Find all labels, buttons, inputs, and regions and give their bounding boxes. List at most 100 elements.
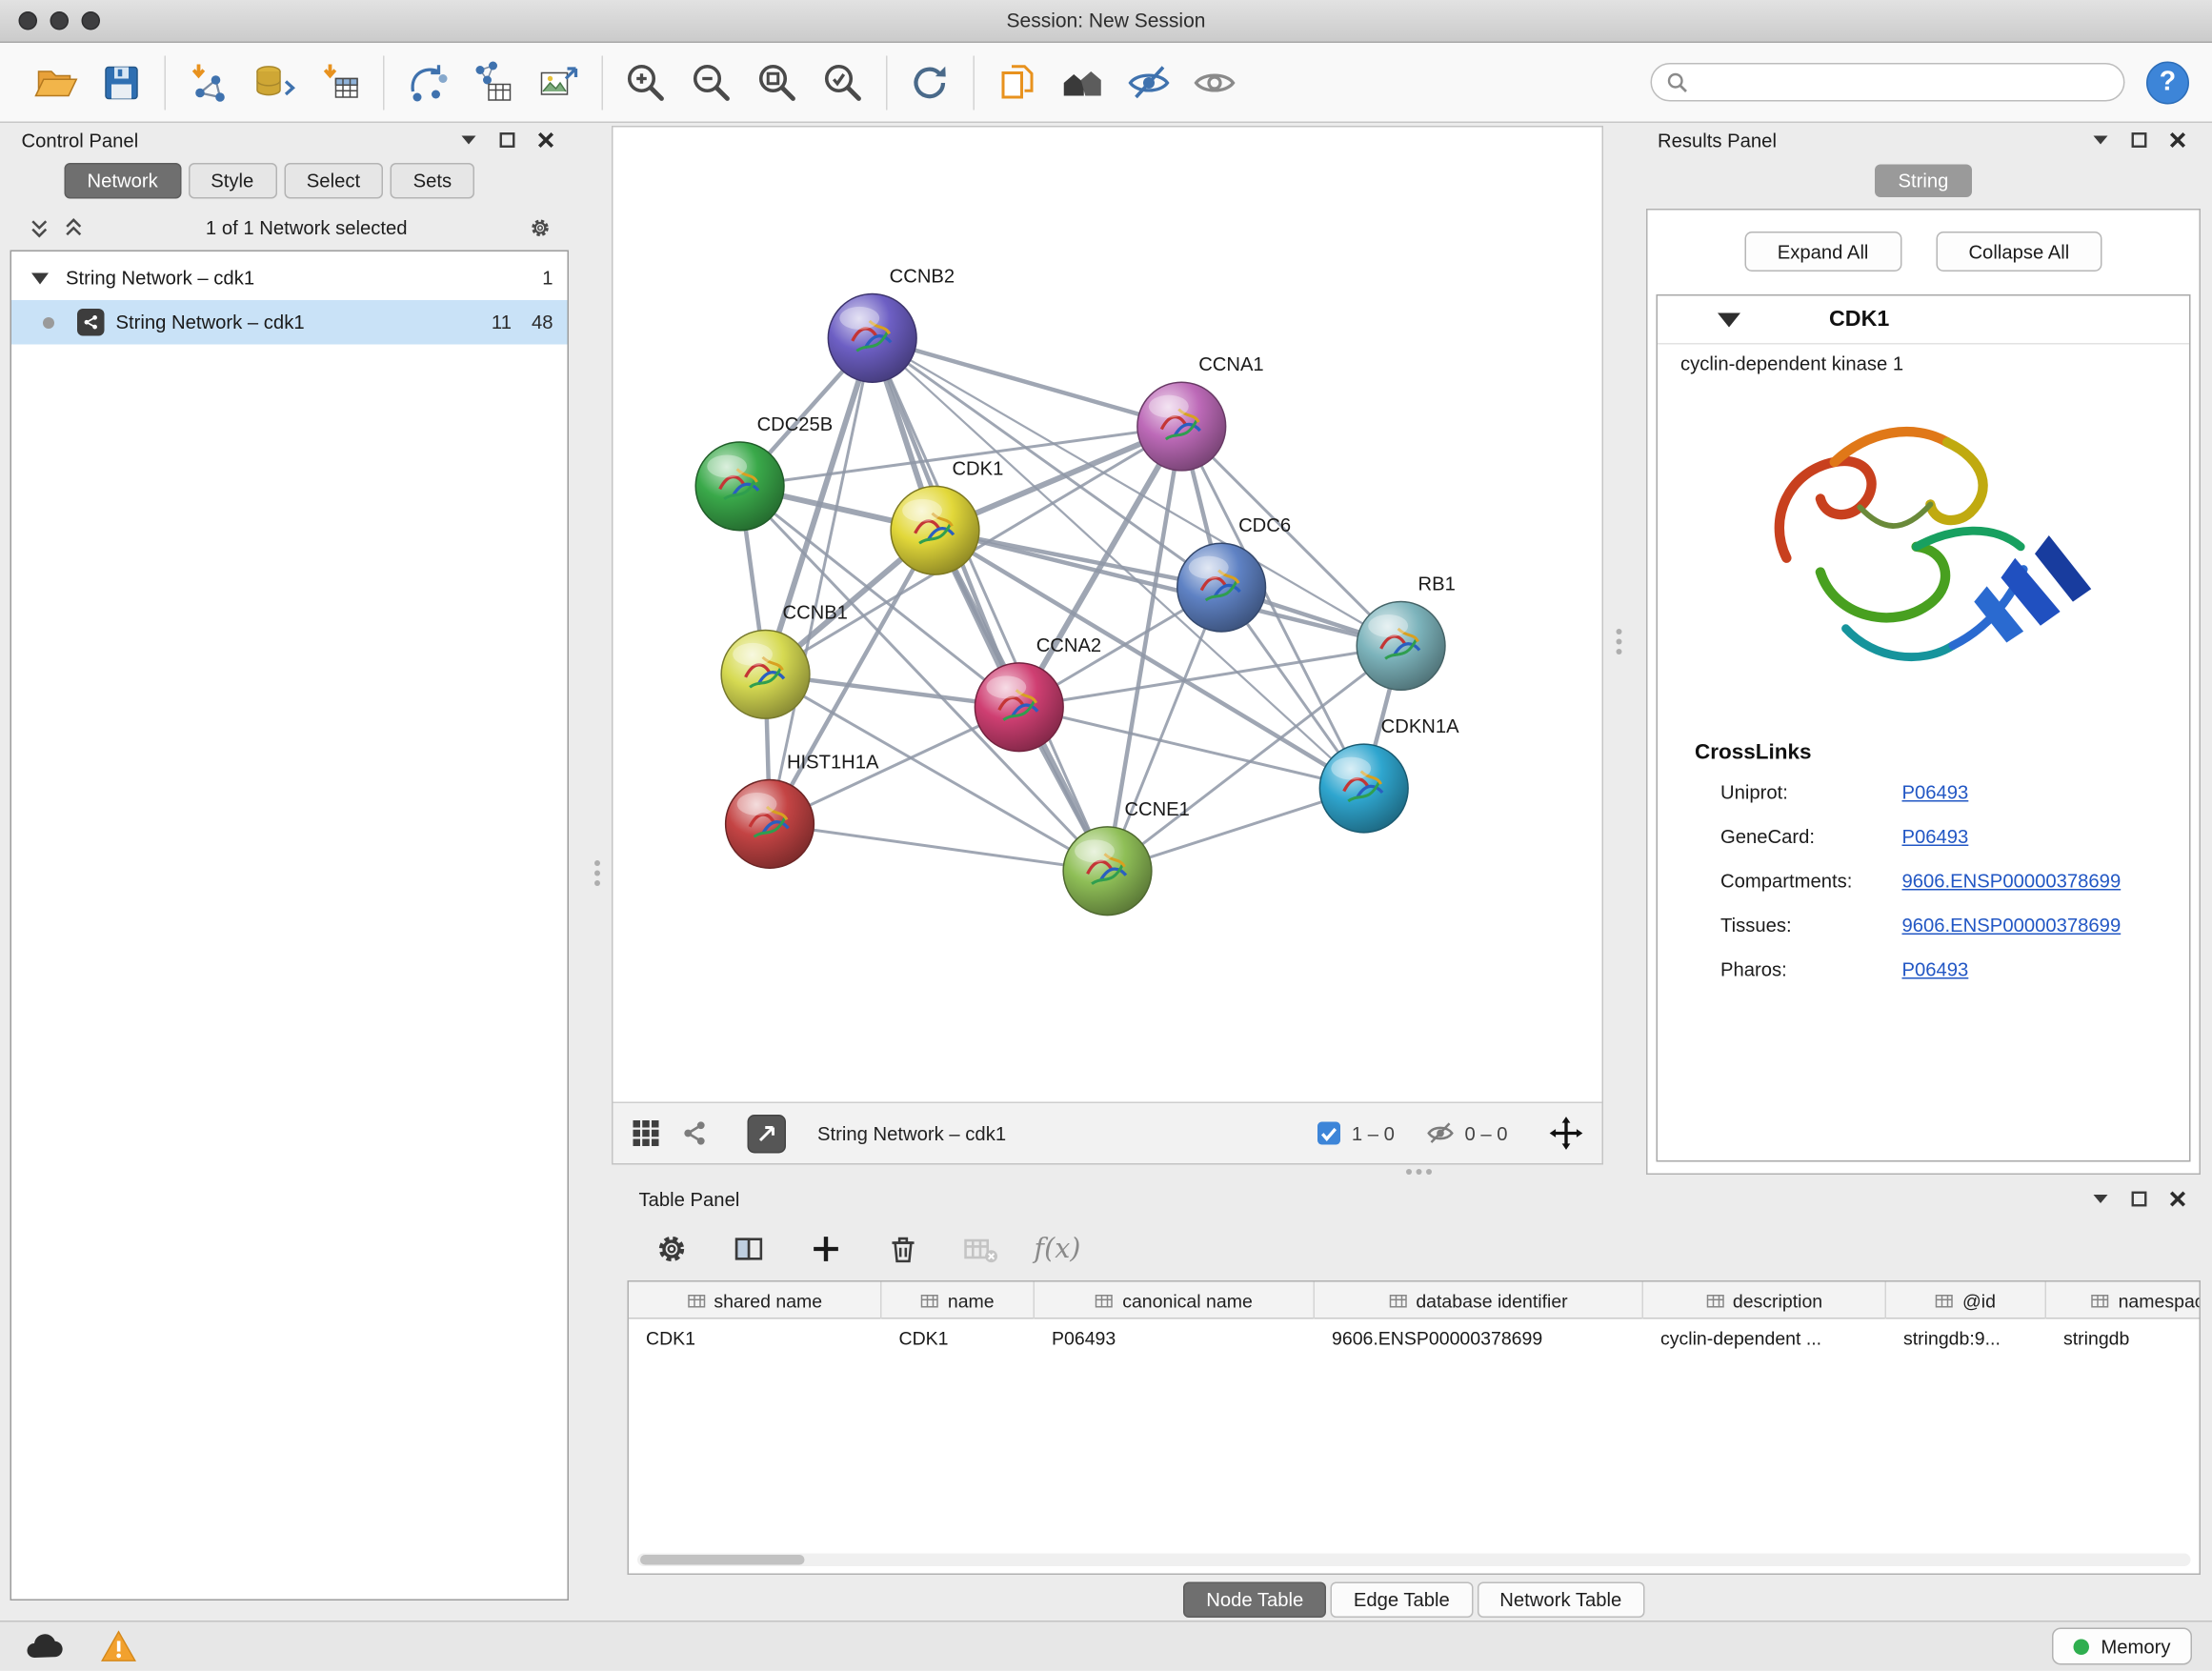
right-splitter-handle[interactable] bbox=[1612, 623, 1626, 660]
table-cell[interactable]: CDK1 bbox=[882, 1319, 1036, 1359]
table-panel-float-button[interactable] bbox=[2089, 1188, 2112, 1211]
column-header[interactable]: name bbox=[882, 1282, 1036, 1319]
column-header[interactable]: @id bbox=[1886, 1282, 2046, 1319]
network-row[interactable]: String Network – cdk1 11 48 bbox=[11, 300, 568, 345]
network-canvas[interactable]: CCNB2CCNA1CDC25BCDK1CDC6RB1CCNB1CCNA2CDK… bbox=[613, 128, 1602, 1102]
horizontal-scrollbar[interactable] bbox=[637, 1554, 2191, 1567]
pan-crosshair-icon[interactable] bbox=[1548, 1115, 1585, 1152]
results-panel-maximize-button[interactable] bbox=[2128, 129, 2151, 151]
scrollbar-thumb[interactable] bbox=[640, 1555, 805, 1565]
gear-icon[interactable] bbox=[529, 216, 552, 239]
import-table-file-button[interactable] bbox=[308, 50, 373, 113]
open-in-new-window-button[interactable] bbox=[748, 1114, 787, 1153]
crosslink-link[interactable]: 9606.ENSP00000378699 bbox=[1902, 915, 2190, 936]
hide-selected-button[interactable] bbox=[1116, 50, 1182, 113]
memory-button[interactable]: Memory bbox=[2052, 1628, 2192, 1665]
documents-button[interactable] bbox=[985, 50, 1051, 113]
network-table-button[interactable] bbox=[460, 50, 526, 113]
table-cell[interactable]: 9606.ENSP00000378699 bbox=[1315, 1319, 1643, 1359]
zoom-in-button[interactable] bbox=[613, 50, 679, 113]
network-node-ccne1[interactable] bbox=[1063, 827, 1152, 916]
network-node-ccnb2[interactable] bbox=[828, 293, 916, 382]
birdseye-view-icon[interactable] bbox=[631, 1117, 662, 1149]
results-tab-string[interactable]: String bbox=[1876, 165, 1972, 198]
tab-sets[interactable]: Sets bbox=[391, 163, 475, 199]
zoom-fit-button[interactable] bbox=[745, 50, 811, 113]
table-row[interactable]: CDK1CDK1P064939606.ENSP00000378699cyclin… bbox=[629, 1319, 2200, 1359]
control-panel-close-button[interactable] bbox=[534, 129, 557, 151]
import-network-file-button[interactable] bbox=[176, 50, 242, 113]
table-panel-maximize-button[interactable] bbox=[2128, 1188, 2151, 1211]
network-node-cdc6[interactable] bbox=[1177, 543, 1266, 632]
show-all-button[interactable] bbox=[1182, 50, 1248, 113]
results-panel-float-button[interactable] bbox=[2089, 129, 2112, 151]
expand-all-button[interactable]: Expand All bbox=[1744, 232, 1901, 272]
network-node-cdc25b[interactable] bbox=[695, 442, 784, 531]
selected-checkbox-icon[interactable] bbox=[1316, 1120, 1341, 1146]
column-header[interactable]: description bbox=[1643, 1282, 1886, 1319]
network-edge[interactable] bbox=[1019, 707, 1364, 788]
table-settings-button[interactable] bbox=[648, 1225, 696, 1274]
network-node-cdkn1a[interactable] bbox=[1319, 744, 1408, 833]
crosslink-link[interactable]: P06493 bbox=[1902, 782, 2190, 804]
show-columns-button[interactable] bbox=[725, 1225, 774, 1274]
table-panel-close-button[interactable] bbox=[2166, 1188, 2189, 1211]
new-network-button[interactable] bbox=[394, 50, 460, 113]
network-edge[interactable] bbox=[873, 338, 1108, 871]
help-button[interactable]: ? bbox=[2146, 61, 2189, 104]
function-builder-button[interactable]: f(x) bbox=[1034, 1225, 1082, 1274]
control-panel-maximize-button[interactable] bbox=[496, 129, 519, 151]
tree-caret-icon[interactable] bbox=[31, 272, 49, 284]
create-column-button[interactable] bbox=[802, 1225, 851, 1274]
column-header[interactable]: namespace bbox=[2046, 1282, 2201, 1319]
column-header[interactable]: shared name bbox=[629, 1282, 882, 1319]
tab-node-table[interactable]: Node Table bbox=[1183, 1581, 1326, 1618]
table-cell[interactable]: CDK1 bbox=[629, 1319, 882, 1359]
neighbors-button[interactable] bbox=[1051, 50, 1116, 113]
network-collection-row[interactable]: String Network – cdk1 1 bbox=[11, 256, 568, 301]
column-header[interactable]: database identifier bbox=[1315, 1282, 1643, 1319]
zoom-out-button[interactable] bbox=[679, 50, 745, 113]
collapse-groups-icon[interactable] bbox=[62, 216, 85, 239]
import-network-database-button[interactable] bbox=[242, 50, 308, 113]
zoom-selected-button[interactable] bbox=[811, 50, 876, 113]
control-panel-float-button[interactable] bbox=[457, 129, 480, 151]
table-cell[interactable]: P06493 bbox=[1035, 1319, 1315, 1359]
table-cell[interactable]: cyclin-dependent ... bbox=[1643, 1319, 1886, 1359]
bottom-splitter-handle[interactable] bbox=[1398, 1166, 1440, 1178]
crosslink-link[interactable]: P06493 bbox=[1902, 826, 2190, 848]
crosslink-link[interactable]: P06493 bbox=[1902, 959, 2190, 981]
share-network-icon[interactable] bbox=[679, 1117, 711, 1149]
network-edge[interactable] bbox=[873, 338, 1182, 427]
tab-style[interactable]: Style bbox=[188, 163, 276, 199]
network-edge[interactable] bbox=[770, 338, 873, 824]
warnings-button[interactable] bbox=[94, 1626, 143, 1666]
tab-network-table[interactable]: Network Table bbox=[1477, 1581, 1644, 1618]
cloud-button[interactable] bbox=[20, 1628, 69, 1665]
left-splitter-handle[interactable] bbox=[591, 855, 605, 892]
column-header[interactable]: canonical name bbox=[1035, 1282, 1315, 1319]
save-session-button[interactable] bbox=[89, 50, 154, 113]
delete-column-button[interactable] bbox=[879, 1225, 928, 1274]
network-node-ccna2[interactable] bbox=[975, 663, 1063, 752]
network-node-ccnb1[interactable] bbox=[721, 630, 810, 718]
tab-edge-table[interactable]: Edge Table bbox=[1331, 1581, 1473, 1618]
table-cell[interactable]: stringdb:9... bbox=[1886, 1319, 2046, 1359]
network-node-cdk1[interactable] bbox=[891, 486, 979, 574]
export-image-button[interactable] bbox=[526, 50, 592, 113]
results-panel-close-button[interactable] bbox=[2166, 129, 2189, 151]
tab-select[interactable]: Select bbox=[284, 163, 383, 199]
network-edge[interactable] bbox=[770, 824, 1107, 871]
hidden-eye-slash-icon[interactable] bbox=[1426, 1120, 1455, 1146]
expand-groups-icon[interactable] bbox=[28, 216, 50, 239]
tab-network[interactable]: Network bbox=[65, 163, 181, 199]
network-node-rb1[interactable] bbox=[1357, 602, 1445, 691]
gene-section-header[interactable]: CDK1 bbox=[1658, 296, 2189, 345]
network-node-hist1h1a[interactable] bbox=[726, 779, 814, 868]
collapse-section-icon[interactable] bbox=[1718, 312, 1740, 327]
open-session-button[interactable] bbox=[23, 50, 89, 113]
search-input[interactable] bbox=[1699, 71, 2110, 93]
network-node-ccna1[interactable] bbox=[1137, 382, 1226, 471]
collapse-all-button[interactable]: Collapse All bbox=[1936, 232, 2102, 272]
refresh-button[interactable] bbox=[897, 50, 963, 113]
